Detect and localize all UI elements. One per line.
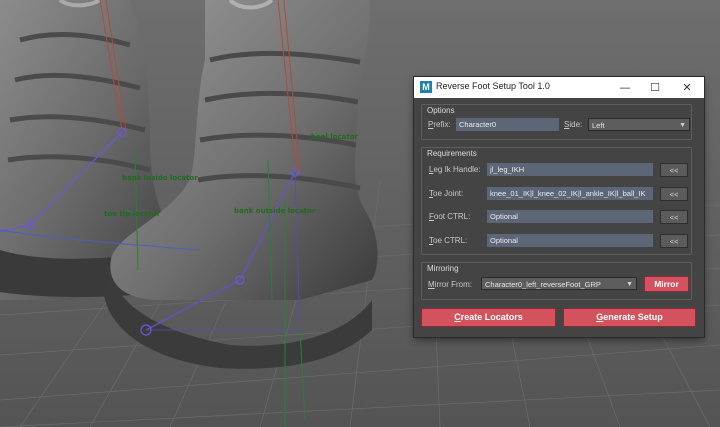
toe-ctrl-label: Toe CTRL: [429,236,468,245]
prefix-label: Prefix: [428,120,451,129]
toe-ctrl-pick-button[interactable]: << [660,234,688,248]
requirements-title: Requirements [427,149,477,158]
toe-joint-label: Toe Joint: [429,189,464,198]
leg-ik-handle-input[interactable]: jl_leg_IKH [487,163,653,176]
side-dropdown[interactable]: Left ▼ [588,118,690,131]
prefix-input[interactable]: Character0 [456,118,559,131]
side-dropdown-value: Left [592,121,605,130]
mirror-from-dropdown[interactable]: Character0_left_reverseFoot_GRP ▼ [481,277,637,290]
toe-ctrl-input[interactable]: Optional [487,234,653,247]
maya-icon: M [420,81,432,93]
chevron-down-icon: ▼ [679,122,686,129]
window-title: Reverse Foot Setup Tool 1.0 [436,81,550,91]
minimize-button[interactable]: — [610,77,640,98]
toe-joint-input[interactable]: knee_01_IK|l_knee_02_IK|l_ankle_IK|l_bal… [487,187,653,200]
mirroring-group: Mirroring Mirror From: Character0_left_r… [421,262,692,300]
requirements-group: Requirements Leg Ik Handle: jl_leg_IKH <… [421,147,692,255]
side-label: Side: [564,120,583,129]
foot-ctrl-pick-button[interactable]: << [660,210,688,224]
mirror-from-label: Mirror From: [428,280,472,289]
close-button[interactable]: ✕ [672,77,702,98]
bank-outside-locator-label: bank outside locator [234,207,316,215]
leg-ik-handle-pick-button[interactable]: << [660,163,688,177]
window-titlebar[interactable]: M Reverse Foot Setup Tool 1.0 — ☐ ✕ [414,77,704,98]
foot-ctrl-label: Foot CTRL: [429,212,471,221]
mirror-from-value: Character0_left_reverseFoot_GRP [485,280,601,289]
generate-setup-button[interactable]: Generate Setup [563,308,696,327]
chevron-down-icon: ▼ [626,281,633,288]
toe-joint-pick-button[interactable]: << [660,187,688,201]
create-locators-button[interactable]: Create Locators [421,308,556,327]
mirroring-title: Mirroring [427,264,459,273]
options-title: Options [427,106,455,115]
foot-ctrl-input[interactable]: Optional [487,210,653,223]
reverse-foot-tool-window: M Reverse Foot Setup Tool 1.0 — ☐ ✕ Opti… [414,77,704,337]
options-group: Options Prefix: Character0 Side: Left ▼ [421,104,692,140]
mirror-button[interactable]: Mirror [644,276,689,292]
maximize-button[interactable]: ☐ [640,77,670,98]
bank-inside-locator-label: bank inside locator [122,174,198,182]
leg-ik-handle-label: Leg Ik Handle: [429,165,481,174]
toe-tip-locator-label: toe tip locator [104,210,161,218]
heel-locator-label: heel locator [311,133,359,141]
